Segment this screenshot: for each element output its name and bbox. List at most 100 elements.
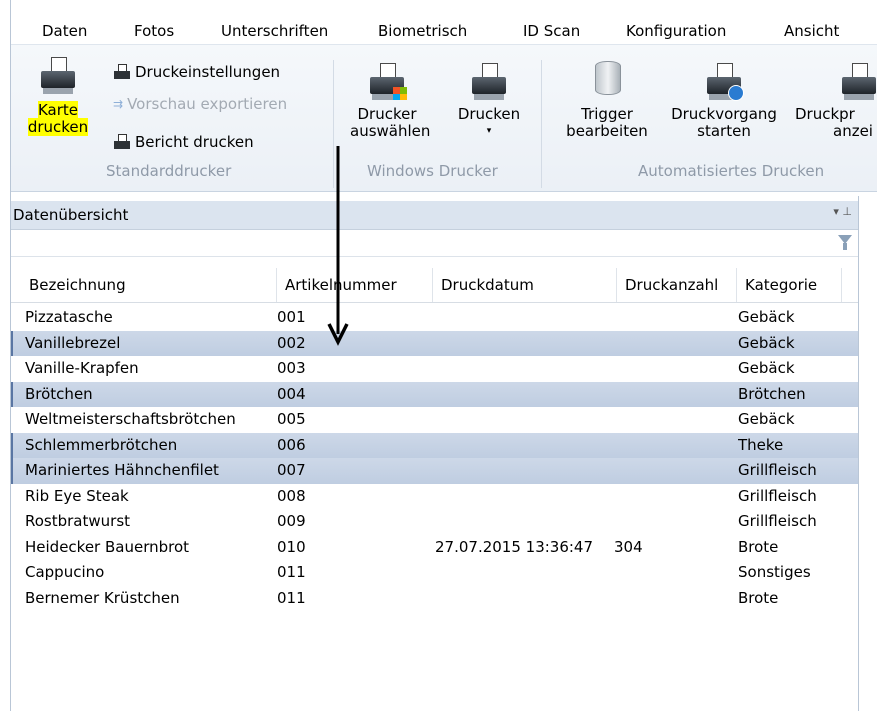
table-row[interactable]: Pizzatasche 001 Gebäck [11, 305, 858, 331]
printer-icon [40, 53, 76, 97]
export-preview-icon: ⇉ [113, 97, 124, 111]
table-row[interactable]: Rib Eye Steak 008 Grillfleisch [11, 484, 858, 510]
filter-input[interactable] [13, 232, 817, 256]
cell-artikelnummer: 010 [277, 537, 306, 556]
edit-trigger-label-line1: Trigger [581, 105, 633, 123]
menu-id-scan[interactable]: ID Scan [523, 22, 580, 40]
cell-bezeichnung: Rostbratwurst [25, 512, 131, 530]
print-settings-label: Druckeinstellungen [135, 63, 281, 81]
table-row[interactable]: Schlemmerbrötchen 006 Theke [11, 432, 858, 458]
show-print-process-button[interactable]: Druckpr anzei [791, 59, 877, 140]
select-printer-button[interactable]: Drucker auswählen [350, 59, 431, 140]
export-preview-label: Vorschau exportieren [127, 95, 288, 113]
printer-play-icon [706, 59, 744, 103]
table-row[interactable]: Rostbratwurst 009 Grillfleisch [11, 509, 858, 535]
print-label: Drucken [457, 105, 521, 123]
panel-pin-controls[interactable]: ▾ ⊥ [833, 205, 852, 218]
start-print-job-label-line2: starten [697, 122, 751, 140]
cell-artikelnummer: 009 [277, 512, 306, 530]
cell-kategorie: Gebäck [738, 359, 795, 377]
column-header-druckanzahl[interactable]: Druckanzahl [617, 268, 737, 302]
cell-kategorie: Brote [738, 537, 779, 556]
ribbon: Karte drucken Druckeinstellungen ⇉ Vorsc… [11, 44, 877, 192]
menu-daten[interactable]: Daten [42, 22, 87, 40]
filter-icon[interactable] [838, 235, 852, 250]
grid-rows: Pizzatasche 001 Gebäck Vanillebrezel 002 Gebä… [11, 305, 858, 611]
cell-artikelnummer: 011 [277, 563, 306, 581]
panel-frame-right [858, 196, 859, 711]
cell-kategorie: Brote [738, 588, 779, 607]
menu-fotos[interactable]: Fotos [134, 22, 174, 40]
select-printer-label-line1: Drucker [357, 105, 417, 123]
row-selection-marker [11, 381, 13, 407]
windows-printer-icon [369, 59, 407, 103]
print-settings-button[interactable]: Druckeinstellungen [113, 63, 280, 81]
menu-bar: Daten Fotos Unterschriften Biometrisch I… [11, 0, 877, 44]
cell-artikelnummer: 006 [277, 435, 306, 454]
select-printer-label-line2: auswählen [350, 122, 431, 140]
table-row[interactable]: Cappucino 011 Sonstiges [11, 560, 858, 586]
menu-konfiguration[interactable]: Konfiguration [626, 22, 726, 40]
cell-kategorie: Grillfleisch [738, 512, 817, 530]
column-header-bezeichnung[interactable]: Bezeichnung [21, 268, 277, 302]
cell-artikelnummer: 011 [277, 588, 306, 607]
column-header-kategorie[interactable]: Kategorie [737, 268, 842, 302]
column-header-druckdatum[interactable]: Druckdatum [433, 268, 617, 302]
cell-kategorie: Theke [738, 435, 784, 454]
print-card-label-line2: drucken [27, 118, 89, 136]
chevron-down-icon: ▾ [486, 126, 492, 136]
printer-icon [841, 59, 877, 103]
group-label-windows-drucker: Windows Drucker [367, 162, 498, 180]
row-selection-marker [11, 432, 13, 458]
cell-bezeichnung: Schlemmerbrötchen [25, 435, 178, 454]
group-separator [541, 60, 542, 188]
print-card-label-line1: Karte [37, 101, 79, 119]
cell-bezeichnung: Vanille-Krapfen [25, 359, 139, 377]
printer-icon [471, 59, 507, 103]
print-report-label: Bericht drucken [135, 133, 254, 151]
cell-kategorie: Gebäck [738, 308, 795, 326]
cell-bezeichnung: Vanillebrezel [25, 333, 121, 352]
table-row[interactable]: Weltmeisterschaftsbrötchen 005 Gebäck [11, 407, 858, 433]
grid-header: Bezeichnung Artikelnummer Druckdatum Dru… [11, 268, 858, 303]
show-print-process-label-line2: anzei [833, 122, 873, 140]
column-header-artikelnummer[interactable]: Artikelnummer [277, 268, 433, 302]
cell-artikelnummer: 002 [277, 333, 306, 352]
cell-artikelnummer: 007 [277, 461, 306, 479]
cell-artikelnummer: 005 [277, 410, 306, 428]
table-row[interactable]: Heidecker Bauernbrot 010 27.07.2015 13:36:… [11, 535, 858, 561]
panel-header: Datenübersicht ▾ ⊥ [11, 201, 858, 230]
table-row[interactable]: Vanille-Krapfen 003 Gebäck [11, 356, 858, 382]
edit-trigger-button[interactable]: Trigger bearbeiten [559, 59, 655, 140]
menu-unterschriften[interactable]: Unterschriften [221, 22, 328, 40]
table-row[interactable]: Brötchen 004 Brötchen [11, 381, 858, 407]
row-selection-marker [11, 458, 13, 484]
cell-bezeichnung: Pizzatasche [25, 308, 113, 326]
print-report-button[interactable]: Bericht drucken [113, 133, 254, 151]
table-row[interactable]: Bernemer Krüstchen 011 Brote [11, 586, 858, 612]
cell-bezeichnung: Bernemer Krüstchen [25, 588, 180, 607]
table-row[interactable]: Mariniertes Hähnchenfilet 007 Grillfleisch [11, 458, 858, 484]
annotation-arrow [327, 146, 349, 346]
cell-kategorie: Grillfleisch [738, 461, 817, 479]
menu-biometrisch[interactable]: Biometrisch [378, 22, 467, 40]
cell-artikelnummer: 004 [277, 384, 306, 403]
print-settings-icon [113, 63, 131, 81]
cell-bezeichnung: Heidecker Bauernbrot [25, 537, 190, 556]
print-report-icon [113, 133, 131, 151]
database-icon [593, 59, 621, 99]
cell-kategorie: Gebäck [738, 333, 795, 352]
cell-bezeichnung: Rib Eye Steak [25, 486, 129, 505]
menu-ansicht[interactable]: Ansicht [784, 22, 839, 40]
cell-bezeichnung: Weltmeisterschaftsbrötchen [25, 410, 236, 428]
table-row[interactable]: Vanillebrezel 002 Gebäck [11, 330, 858, 356]
export-preview-button[interactable]: ⇉ Vorschau exportieren [113, 95, 287, 113]
cell-artikelnummer: 003 [277, 359, 306, 377]
print-dropdown-button[interactable]: Drucken ▾ [449, 59, 529, 140]
start-print-job-button[interactable]: Druckvorgang starten [663, 59, 785, 140]
cell-bezeichnung: Brötchen [25, 384, 93, 403]
cell-kategorie: Grillfleisch [738, 486, 817, 505]
cell-bezeichnung: Cappucino [25, 563, 105, 581]
filter-row [11, 230, 858, 257]
print-card-button[interactable]: Karte drucken [21, 53, 95, 136]
